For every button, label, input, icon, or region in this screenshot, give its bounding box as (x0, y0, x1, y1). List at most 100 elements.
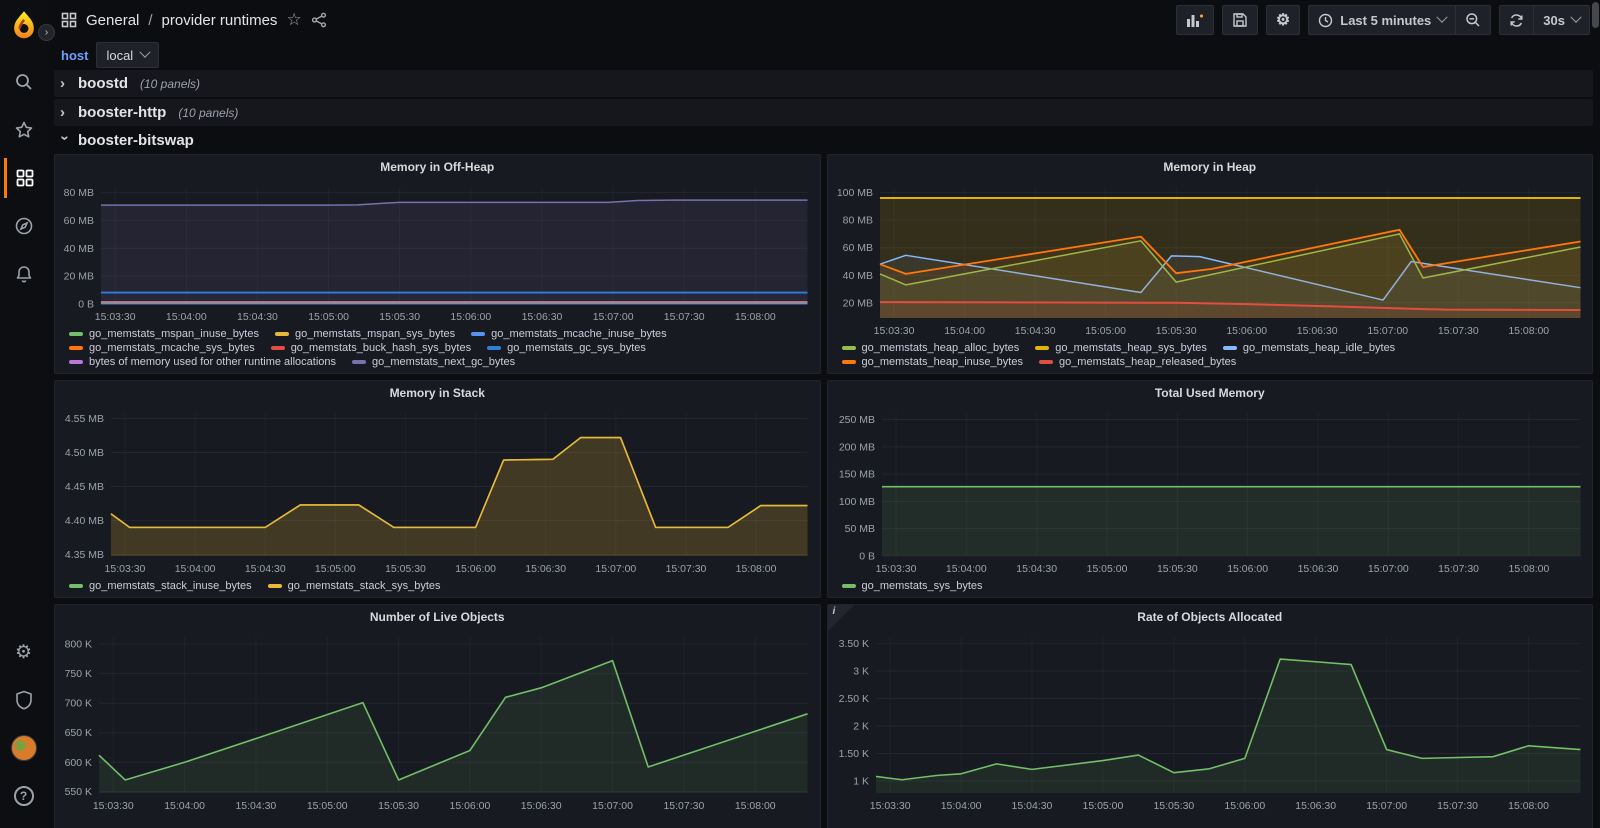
search-icon[interactable] (4, 62, 44, 102)
help-icon[interactable]: ? (4, 776, 44, 816)
panel-title[interactable]: Memory in Stack (55, 381, 820, 405)
configuration-gear-icon[interactable]: ⚙ (4, 632, 44, 672)
zoom-out-button[interactable] (1456, 5, 1491, 35)
breadcrumb-section[interactable]: General (86, 12, 139, 29)
series-area (99, 661, 808, 793)
x-tick-label: 15:06:30 (522, 312, 563, 323)
row-header-boostd[interactable]: › boostd (10 panels) (54, 70, 1593, 97)
legend-swatch (1223, 346, 1237, 350)
y-tick-label: 40 MB (842, 271, 872, 282)
legend-label: go_memstats_stack_sys_bytes (288, 580, 441, 592)
y-tick-label: 250 MB (838, 415, 874, 426)
y-tick-label: 550 K (65, 787, 92, 798)
y-tick-label: 20 MB (64, 272, 94, 283)
series-area (111, 438, 808, 556)
legend-label: go_memstats_heap_alloc_bytes (862, 342, 1020, 354)
panel-info-corner[interactable]: i (828, 605, 854, 631)
x-tick-label: 15:03:30 (105, 564, 146, 575)
legend-label: go_memstats_heap_released_bytes (1059, 356, 1236, 368)
x-tick-label: 15:06:00 (1227, 564, 1268, 575)
refresh-button[interactable] (1499, 5, 1534, 35)
y-tick-label: 0 B (78, 299, 94, 310)
y-tick-label: 4.55 MB (65, 414, 104, 425)
chevron-down-icon: › (57, 135, 74, 145)
x-tick-label: 15:05:00 (307, 801, 348, 812)
panel-title[interactable]: Rate of Objects Allocated (828, 605, 1593, 629)
x-tick-label: 15:08:00 (735, 801, 776, 812)
panel-memory-in-off-heap: Memory in Off-Heap 15:03:3015:04:0015:04… (54, 154, 821, 374)
panel-chart[interactable]: 15:03:3015:04:0015:04:3015:05:0015:05:30… (828, 629, 1593, 817)
y-tick-label: 2.50 K (838, 694, 868, 705)
legend-item[interactable]: go_memstats_heap_sys_bytes (1035, 342, 1207, 354)
x-tick-label: 15:07:30 (1438, 564, 1479, 575)
y-tick-label: 60 MB (64, 216, 94, 227)
dashboard-grid-icon[interactable] (61, 12, 77, 28)
x-tick-label: 15:04:30 (1016, 564, 1057, 575)
legend-item[interactable]: go_memstats_stack_inuse_bytes (69, 580, 252, 592)
legend-item[interactable]: go_memstats_buck_hash_sys_bytes (271, 342, 471, 354)
x-tick-label: 15:06:30 (1297, 564, 1338, 575)
legend-item[interactable]: go_memstats_mspan_sys_bytes (275, 328, 455, 340)
y-tick-label: 50 MB (844, 524, 874, 535)
x-tick-label: 15:05:30 (1155, 326, 1196, 337)
refresh-interval-picker[interactable]: 30s (1534, 5, 1590, 35)
panel-title[interactable]: Number of Live Objects (55, 605, 820, 629)
save-dashboard-button[interactable] (1222, 5, 1258, 35)
expand-sidebar-chevron[interactable]: › (38, 24, 55, 41)
server-admin-shield-icon[interactable] (4, 680, 44, 720)
panel-title[interactable]: Memory in Heap (828, 155, 1593, 179)
legend-item[interactable]: bytes of memory used for other runtime a… (69, 356, 336, 368)
series-line (111, 438, 808, 528)
panel-rate-of-objects-allocated: i Rate of Objects Allocated 15:03:3015:0… (827, 604, 1594, 828)
legend-item[interactable]: go_memstats_heap_alloc_bytes (842, 342, 1020, 354)
legend-swatch (275, 332, 289, 336)
favorite-star-icon[interactable]: ☆ (286, 10, 301, 30)
panel-chart[interactable]: 15:03:3015:04:0015:04:3015:05:0015:05:30… (55, 629, 820, 817)
legend-item[interactable]: go_memstats_sys_bytes (842, 580, 983, 592)
clock-icon (1318, 13, 1333, 28)
add-panel-button[interactable] (1176, 5, 1214, 35)
legend-item[interactable]: go_memstats_gc_sys_bytes (487, 342, 646, 354)
scrollbar-thumb[interactable] (1592, 2, 1599, 28)
panel-chart[interactable]: 15:03:3015:04:0015:04:3015:05:0015:05:30… (828, 179, 1593, 342)
legend-swatch (69, 360, 83, 364)
x-tick-label: 15:03:30 (869, 801, 910, 812)
grafana-logo[interactable] (9, 10, 39, 44)
panel-chart[interactable]: 15:03:3015:04:0015:04:3015:05:0015:05:30… (828, 405, 1593, 580)
legend-item[interactable]: go_memstats_heap_inuse_bytes (842, 356, 1023, 368)
profile-avatar[interactable] (4, 728, 44, 768)
legend-item[interactable]: go_memstats_heap_released_bytes (1039, 356, 1236, 368)
panel-title[interactable]: Total Used Memory (828, 381, 1593, 405)
legend-item[interactable]: go_memstats_mspan_inuse_bytes (69, 328, 259, 340)
x-tick-label: 15:04:00 (166, 312, 207, 323)
explore-compass-icon[interactable] (4, 206, 44, 246)
refresh-interval-label: 30s (1543, 13, 1565, 28)
row-header-booster-bitswap[interactable]: › booster-bitswap (54, 128, 1593, 152)
time-range-picker[interactable]: Last 5 minutes (1308, 5, 1456, 35)
panel-title[interactable]: Memory in Off-Heap (55, 155, 820, 179)
y-tick-label: 80 MB (842, 216, 872, 227)
legend-item[interactable]: go_memstats_next_gc_bytes (352, 356, 515, 368)
x-tick-label: 15:04:00 (164, 801, 205, 812)
share-icon[interactable] (311, 12, 327, 28)
legend-item[interactable]: go_memstats_heap_idle_bytes (1223, 342, 1395, 354)
row-header-booster-http[interactable]: › booster-http (10 panels) (54, 99, 1593, 126)
dashboard-settings-button[interactable]: ⚙ (1266, 5, 1300, 35)
variable-host-label[interactable]: host (61, 48, 88, 63)
variable-host-select[interactable]: local (96, 42, 159, 68)
dashboards-icon[interactable] (4, 158, 44, 198)
legend-item[interactable]: go_memstats_mcache_sys_bytes (69, 342, 255, 354)
y-tick-label: 600 K (65, 758, 92, 769)
x-tick-label: 15:05:00 (1086, 564, 1127, 575)
topbar: General / provider runtimes ☆ (47, 0, 1600, 40)
page-title[interactable]: provider runtimes (162, 12, 278, 29)
panel-chart[interactable]: 15:03:3015:04:0015:04:3015:05:0015:05:30… (55, 179, 820, 328)
panel-chart[interactable]: 15:03:3015:04:0015:04:3015:05:0015:05:30… (55, 405, 820, 580)
starred-icon[interactable] (4, 110, 44, 150)
legend-swatch (842, 360, 856, 364)
chevron-down-icon (1437, 12, 1448, 23)
alerting-bell-icon[interactable] (4, 254, 44, 294)
legend-label: go_memstats_buck_hash_sys_bytes (291, 342, 471, 354)
legend-item[interactable]: go_memstats_mcache_inuse_bytes (471, 328, 666, 340)
legend-item[interactable]: go_memstats_stack_sys_bytes (268, 580, 441, 592)
